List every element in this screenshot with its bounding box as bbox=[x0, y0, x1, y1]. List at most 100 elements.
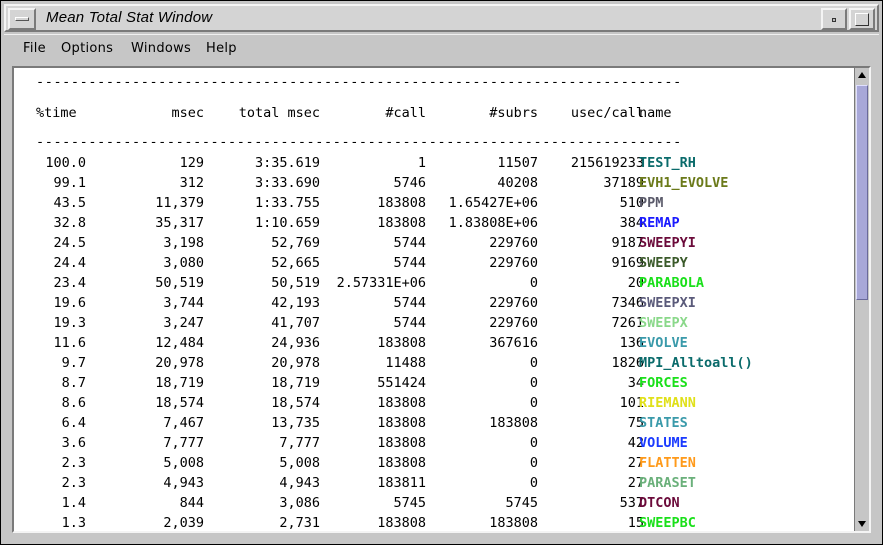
table-row[interactable]: 19.6 3,744 42,193 5744 229760 7346 SWEEPXI bbox=[14, 295, 854, 315]
window-menu-icon bbox=[15, 17, 29, 21]
cell-call: 183811 bbox=[377, 475, 426, 491]
window-menu-button[interactable] bbox=[8, 8, 36, 30]
vertical-scrollbar[interactable] bbox=[854, 68, 869, 531]
cell-subrs: 367616 bbox=[489, 335, 538, 351]
cell-call: 183808 bbox=[377, 415, 426, 431]
cell-msec: 3,080 bbox=[163, 255, 204, 271]
scroll-up-arrow-icon[interactable] bbox=[855, 68, 869, 83]
cell-name[interactable]: SWEEPBC bbox=[639, 515, 696, 531]
cell-name[interactable]: RIEMANN bbox=[639, 395, 696, 411]
cell-subrs: 11507 bbox=[497, 155, 538, 171]
table-row[interactable]: 9.7 20,978 20,978 11488 0 1826 MPI_Alltoall() bbox=[14, 355, 854, 375]
table-row[interactable]: 2.3 5,008 5,008 183808 0 27 FLATTEN bbox=[14, 455, 854, 475]
header-call: #call bbox=[385, 105, 426, 121]
cell-name[interactable]: PPM bbox=[639, 195, 663, 211]
cell-msec: 129 bbox=[179, 155, 204, 171]
cell-subrs: 0 bbox=[529, 395, 538, 411]
cell-name[interactable]: SWEEPY bbox=[639, 255, 688, 271]
cell-name[interactable]: REMAP bbox=[639, 215, 680, 231]
title-bar[interactable]: Mean Total Stat Window bbox=[4, 4, 879, 32]
menu-windows[interactable]: Windows bbox=[131, 41, 191, 56]
cell-usec-call: 215619233 bbox=[570, 155, 644, 171]
cell-name[interactable]: STATES bbox=[639, 415, 688, 431]
cell-msec: 2,039 bbox=[163, 515, 204, 531]
table-row[interactable]: 8.7 18,719 18,719 551424 0 34 FORCES bbox=[14, 375, 854, 395]
scroll-down-arrow-icon[interactable] bbox=[855, 516, 869, 531]
cell-subrs: 1.65427E+06 bbox=[448, 195, 538, 211]
cell-msec: 844 bbox=[179, 495, 204, 511]
cell-subrs: 0 bbox=[529, 355, 538, 371]
cell-call: 183808 bbox=[377, 195, 426, 211]
cell-msec: 20,978 bbox=[155, 355, 204, 371]
cell-name[interactable]: MPI_Alltoall() bbox=[639, 355, 753, 371]
cell-name[interactable]: DTCON bbox=[639, 495, 680, 511]
table-row[interactable]: 6.4 7,467 13,735 183808 183808 75 STATES bbox=[14, 415, 854, 435]
cell-name[interactable]: EVH1_EVOLVE bbox=[639, 175, 728, 191]
cell-time: 23.4 bbox=[53, 275, 86, 291]
cell-name[interactable]: SWEEPYI bbox=[639, 235, 696, 251]
maximize-button[interactable] bbox=[849, 8, 875, 30]
cell-name[interactable]: PARASET bbox=[639, 475, 696, 491]
cell-name[interactable]: SWEEPX bbox=[639, 315, 688, 331]
cell-name[interactable]: PARABOLA bbox=[639, 275, 704, 291]
table-row[interactable]: 8.6 18,574 18,574 183808 0 101 RIEMANN bbox=[14, 395, 854, 415]
menu-file[interactable]: File bbox=[23, 41, 46, 56]
cell-msec: 7,777 bbox=[163, 435, 204, 451]
minimize-button[interactable] bbox=[821, 8, 847, 30]
table-row[interactable]: 23.4 50,519 50,519 2.57331E+06 0 20 PARABOLA bbox=[14, 275, 854, 295]
table-row[interactable]: 11.6 12,484 24,936 183808 367616 136 EVOLVE bbox=[14, 335, 854, 355]
cell-call: 183808 bbox=[377, 435, 426, 451]
cell-call: 1 bbox=[417, 155, 426, 171]
cell-msec: 11,379 bbox=[155, 195, 204, 211]
cell-subrs: 229760 bbox=[489, 235, 538, 251]
cell-call: 5744 bbox=[393, 315, 426, 331]
cell-time: 1.4 bbox=[61, 495, 86, 511]
cell-time: 24.5 bbox=[53, 235, 86, 251]
cell-call: 5745 bbox=[393, 495, 426, 511]
cell-msec: 35,317 bbox=[155, 215, 204, 231]
cell-total-msec: 13,735 bbox=[271, 415, 320, 431]
cell-total-msec: 2,731 bbox=[279, 515, 320, 531]
cell-subrs: 0 bbox=[529, 455, 538, 471]
cell-total-msec: 52,769 bbox=[271, 235, 320, 251]
cell-subrs: 0 bbox=[529, 275, 538, 291]
cell-name[interactable]: SWEEPXI bbox=[639, 295, 696, 311]
cell-time: 19.6 bbox=[53, 295, 86, 311]
cell-call: 5744 bbox=[393, 295, 426, 311]
table-row[interactable]: 3.6 7,777 7,777 183808 0 42 VOLUME bbox=[14, 435, 854, 455]
table-row[interactable]: 2.3 4,943 4,943 183811 0 27 PARASET bbox=[14, 475, 854, 495]
cell-name[interactable]: VOLUME bbox=[639, 435, 688, 451]
scroll-thumb[interactable] bbox=[856, 85, 868, 300]
cell-time: 9.7 bbox=[61, 355, 86, 371]
cell-name[interactable]: FORCES bbox=[639, 375, 688, 391]
cell-total-msec: 1:10.659 bbox=[254, 215, 320, 231]
stat-text-area[interactable]: ----------------------------------------… bbox=[14, 68, 854, 531]
table-row[interactable]: 24.5 3,198 52,769 5744 229760 9187 SWEEPYI bbox=[14, 235, 854, 255]
cell-msec: 18,574 bbox=[155, 395, 204, 411]
cell-subrs: 5745 bbox=[505, 495, 538, 511]
cell-time: 1.3 bbox=[61, 515, 86, 531]
menu-help[interactable]: Help bbox=[206, 41, 237, 56]
cell-time: 2.3 bbox=[61, 475, 86, 491]
cell-msec: 3,198 bbox=[163, 235, 204, 251]
cell-time: 6.4 bbox=[61, 415, 86, 431]
cell-call: 2.57331E+06 bbox=[336, 275, 426, 291]
cell-total-msec: 4,943 bbox=[279, 475, 320, 491]
cell-name[interactable]: FLATTEN bbox=[639, 455, 696, 471]
cell-name[interactable]: EVOLVE bbox=[639, 335, 688, 351]
cell-msec: 50,519 bbox=[155, 275, 204, 291]
table-row[interactable]: 1.3 2,039 2,731 183808 183808 15 SWEEPBC bbox=[14, 515, 854, 531]
table-row[interactable]: 100.0 129 3:35.619 1 11507 215619233 TEST_RH bbox=[14, 155, 854, 175]
table-row[interactable]: 32.8 35,317 1:10.659 183808 1.83808E+06 384 RE… bbox=[14, 215, 854, 235]
table-row[interactable]: 99.1 312 3:33.690 5746 40208 37189 EVH1_EVOLVE bbox=[14, 175, 854, 195]
cell-time: 19.3 bbox=[53, 315, 86, 331]
cell-msec: 3,247 bbox=[163, 315, 204, 331]
minimize-icon bbox=[832, 18, 836, 22]
menu-options[interactable]: Options bbox=[61, 41, 113, 56]
table-row[interactable]: 43.5 11,379 1:33.755 183808 1.65427E+06 510 PP… bbox=[14, 195, 854, 215]
cell-name[interactable]: TEST_RH bbox=[639, 155, 696, 171]
table-row[interactable]: 1.4 844 3,086 5745 5745 537 DTCON bbox=[14, 495, 854, 515]
table-row[interactable]: 19.3 3,247 41,707 5744 229760 7261 SWEEPX bbox=[14, 315, 854, 335]
cell-msec: 4,943 bbox=[163, 475, 204, 491]
table-row[interactable]: 24.4 3,080 52,665 5744 229760 9169 SWEEPY bbox=[14, 255, 854, 275]
